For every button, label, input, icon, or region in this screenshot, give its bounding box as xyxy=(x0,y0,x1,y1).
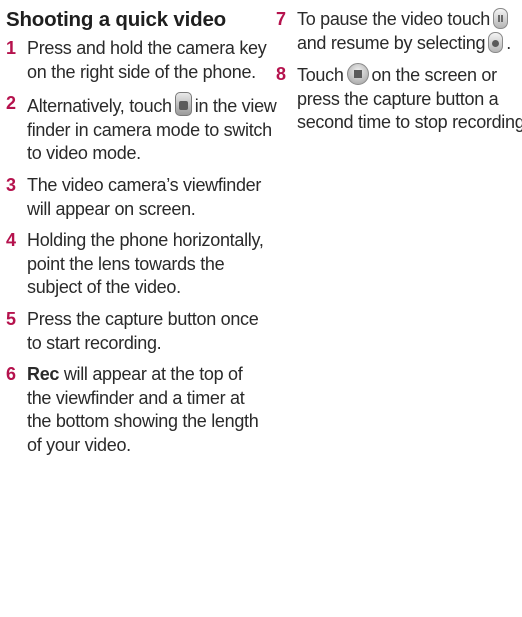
step-text-part3: . xyxy=(506,32,511,53)
step-2: 2 Alternatively, touch in the view finder… xyxy=(6,92,277,166)
step-7: 7 To pause the video touch and resume by … xyxy=(276,8,522,55)
manual-page: Shooting a quick video 1 Press and hold … xyxy=(0,0,522,617)
record-icon xyxy=(488,31,504,53)
right-column: 7 To pause the video touch and resume by … xyxy=(276,8,522,143)
step-text: The video camera’s viewfinder will appea… xyxy=(27,174,262,219)
step-3: 3 The video camera’s viewfinder will app… xyxy=(6,174,277,221)
step-number: 2 xyxy=(6,93,16,114)
step-text-before: Alternatively, touch xyxy=(27,96,172,117)
step-text: Press the capture button once to start r… xyxy=(27,308,259,353)
step-number: 8 xyxy=(276,64,286,85)
step-5: 5 Press the capture button once to start… xyxy=(6,308,277,355)
step-text-part2: and resume by selecting xyxy=(297,32,486,53)
step-1: 1 Press and hold the camera key on the r… xyxy=(6,37,277,84)
step-number: 4 xyxy=(6,230,16,251)
section-heading: Shooting a quick video xyxy=(6,8,226,31)
step-8: 8 Touch on the screen or press the captur… xyxy=(276,63,522,135)
step-text: Holding the phone horizontally, point th… xyxy=(27,230,264,298)
stop-icon xyxy=(346,63,369,86)
step-number: 6 xyxy=(6,364,16,385)
step-text: Press and hold the camera key on the rig… xyxy=(27,38,267,82)
step-number: 5 xyxy=(6,308,16,329)
pause-icon xyxy=(492,8,508,29)
step-text-after: will appear at the top of the viewfinder… xyxy=(27,364,259,455)
step-number: 7 xyxy=(276,9,286,29)
step-4: 4 Holding the phone horizontally, point … xyxy=(6,229,279,300)
step-text-part1: To pause the video touch xyxy=(297,9,490,29)
camera-mode-icon xyxy=(174,92,192,117)
step-number: 1 xyxy=(6,38,16,58)
step-text-part1: Touch xyxy=(297,65,344,86)
rec-label: Rec xyxy=(27,364,60,385)
step-6: 6 Rec will appear at the top of the view… xyxy=(6,363,267,457)
left-column: Shooting a quick video 1 Press and hold … xyxy=(6,6,277,466)
step-number: 3 xyxy=(6,174,16,195)
